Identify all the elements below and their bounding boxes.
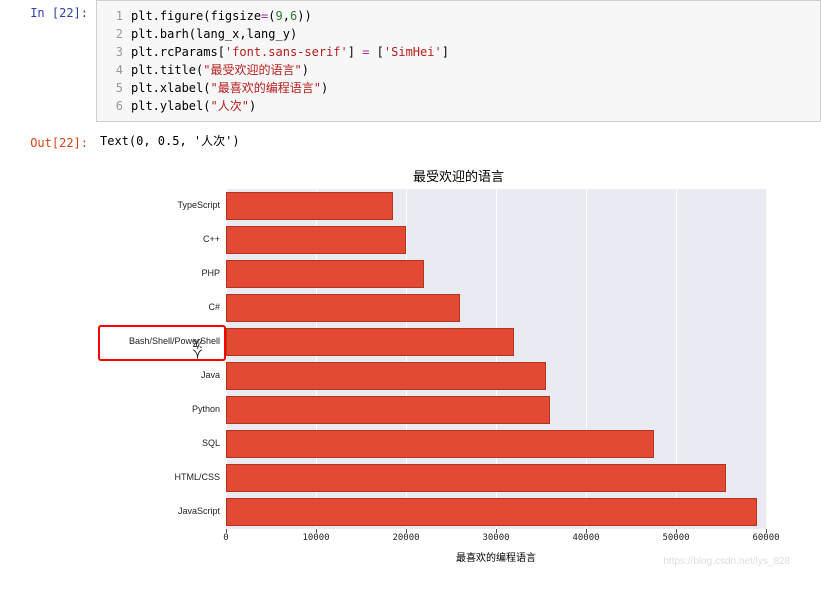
code-line: 6plt.ylabel("人次")	[105, 97, 812, 115]
code-line: 2plt.barh(lang_x,lang_y)	[105, 25, 812, 43]
out-prompt: Out[22]:	[0, 130, 96, 150]
x-tick-label: 20000	[392, 533, 419, 543]
x-ticks: 0100002000030000400005000060000	[226, 533, 766, 547]
chart-title: 最受欢迎的语言	[96, 166, 821, 185]
bar	[226, 192, 393, 220]
y-tick-label: SQL	[202, 438, 220, 448]
x-tick-label: 40000	[572, 533, 599, 543]
input-cell: In [22]: 1plt.figure(figsize=(9,6)) 2plt…	[0, 0, 821, 130]
chart-output: 最受欢迎的语言 0100002000030000400005000060000 …	[0, 158, 821, 577]
chart-plot: 0100002000030000400005000060000 最喜欢的编程语言…	[96, 189, 796, 569]
y-tick-label: PHP	[201, 268, 220, 278]
bar	[226, 498, 757, 526]
output-text: Text(0, 0.5, '人次')	[96, 130, 821, 149]
bar	[226, 430, 654, 458]
tick-mark	[586, 529, 587, 533]
tick-mark	[676, 529, 677, 533]
output-cell: Out[22]: Text(0, 0.5, '人次')	[0, 130, 821, 158]
x-tick-label: 30000	[482, 533, 509, 543]
code-line: 1plt.figure(figsize=(9,6))	[105, 7, 812, 25]
y-tick-label: C++	[203, 234, 220, 244]
code-line: 3plt.rcParams['font.sans-serif'] = ['Sim…	[105, 43, 812, 61]
code-area[interactable]: 1plt.figure(figsize=(9,6)) 2plt.barh(lan…	[96, 0, 821, 122]
y-tick-label: HTML/CSS	[174, 472, 220, 482]
bar	[226, 226, 406, 254]
tick-mark	[226, 529, 227, 533]
y-tick-label: Python	[192, 404, 220, 414]
tick-mark	[496, 529, 497, 533]
y-tick-label: TypeScript	[177, 200, 220, 210]
code-line: 4plt.title("最受欢迎的语言")	[105, 61, 812, 79]
x-tick-label: 60000	[752, 533, 779, 543]
tick-mark	[766, 529, 767, 533]
bars-layer	[226, 189, 766, 529]
x-tick-label: 50000	[662, 533, 689, 543]
in-prompt: In [22]:	[0, 0, 96, 20]
bar	[226, 464, 726, 492]
bar	[226, 260, 424, 288]
tick-mark	[316, 529, 317, 533]
code-line: 5plt.xlabel("最喜欢的编程语言")	[105, 79, 812, 97]
y-tick-label: Java	[201, 370, 220, 380]
y-tick-label: C#	[208, 302, 220, 312]
x-tick-label: 10000	[302, 533, 329, 543]
y-tick-label: JavaScript	[178, 506, 220, 516]
watermark: https://blog.csdn.net/lys_828	[663, 556, 790, 567]
bar	[226, 362, 546, 390]
x-tick-label: 0	[223, 533, 228, 543]
bar	[226, 294, 460, 322]
bar	[226, 328, 514, 356]
y-tick-label: Bash/Shell/PowerShell	[129, 336, 220, 346]
tick-mark	[406, 529, 407, 533]
bar	[226, 396, 550, 424]
gridline	[766, 189, 767, 529]
